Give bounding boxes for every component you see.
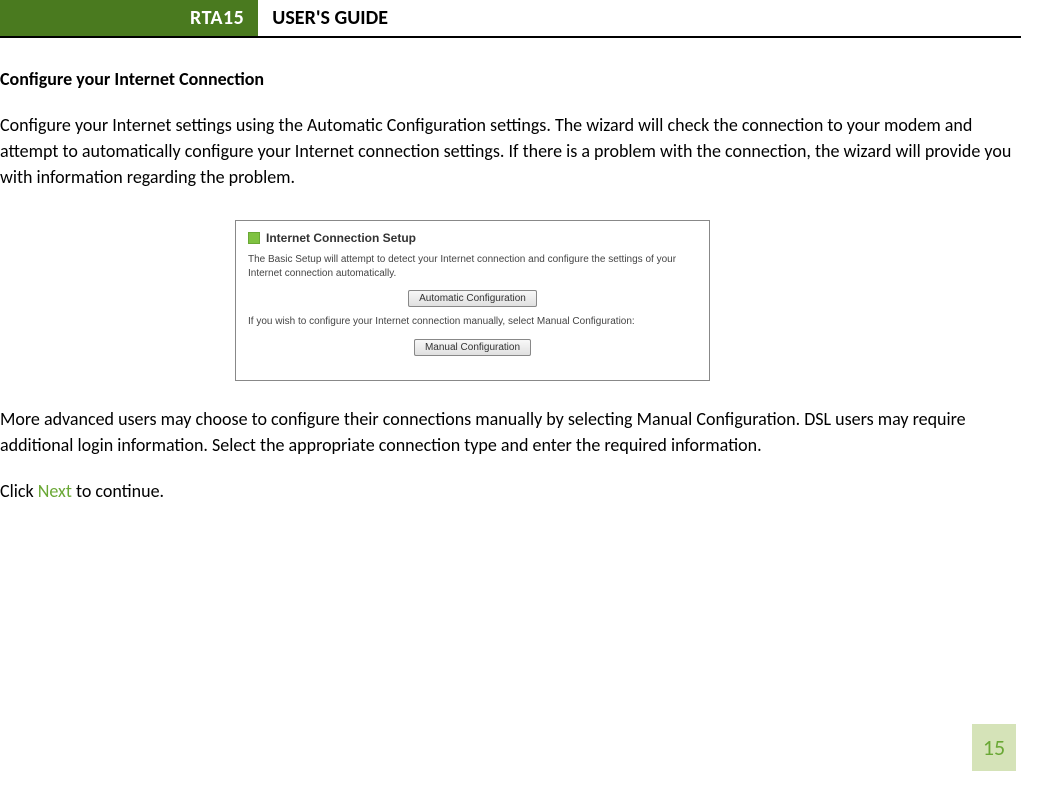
panel-auto-text: The Basic Setup will attempt to detect y…	[248, 253, 697, 280]
panel-square-icon	[248, 232, 260, 244]
click-next-line: Click Next to continue.	[0, 478, 1021, 504]
manual-configuration-button[interactable]: Manual Configuration	[414, 339, 531, 356]
panel-title: Internet Connection Setup	[266, 231, 416, 245]
automatic-configuration-button[interactable]: Automatic Configuration	[408, 290, 537, 307]
advanced-paragraph: More advanced users may choose to config…	[0, 406, 1021, 458]
panel-manual-text: If you wish to configure your Internet c…	[248, 315, 697, 329]
click-suffix: to continue.	[72, 480, 164, 502]
section-heading: Configure your Internet Connection	[0, 68, 1021, 90]
manual-button-row: Manual Configuration	[248, 337, 697, 356]
page-number: 15	[972, 724, 1016, 771]
click-prefix: Click	[0, 480, 38, 502]
panel-title-row: Internet Connection Setup	[248, 231, 697, 245]
intro-paragraph: Configure your Internet settings using t…	[0, 112, 1021, 190]
internet-setup-panel: Internet Connection Setup The Basic Setu…	[235, 220, 710, 381]
auto-button-row: Automatic Configuration	[248, 288, 697, 307]
page-content: Configure your Internet Connection Confi…	[0, 38, 1041, 504]
guide-title: USER'S GUIDE	[258, 0, 402, 36]
next-link[interactable]: Next	[38, 480, 72, 502]
page-header: RTA15 USER'S GUIDE	[0, 0, 1021, 38]
brand-badge: RTA15	[0, 0, 258, 36]
